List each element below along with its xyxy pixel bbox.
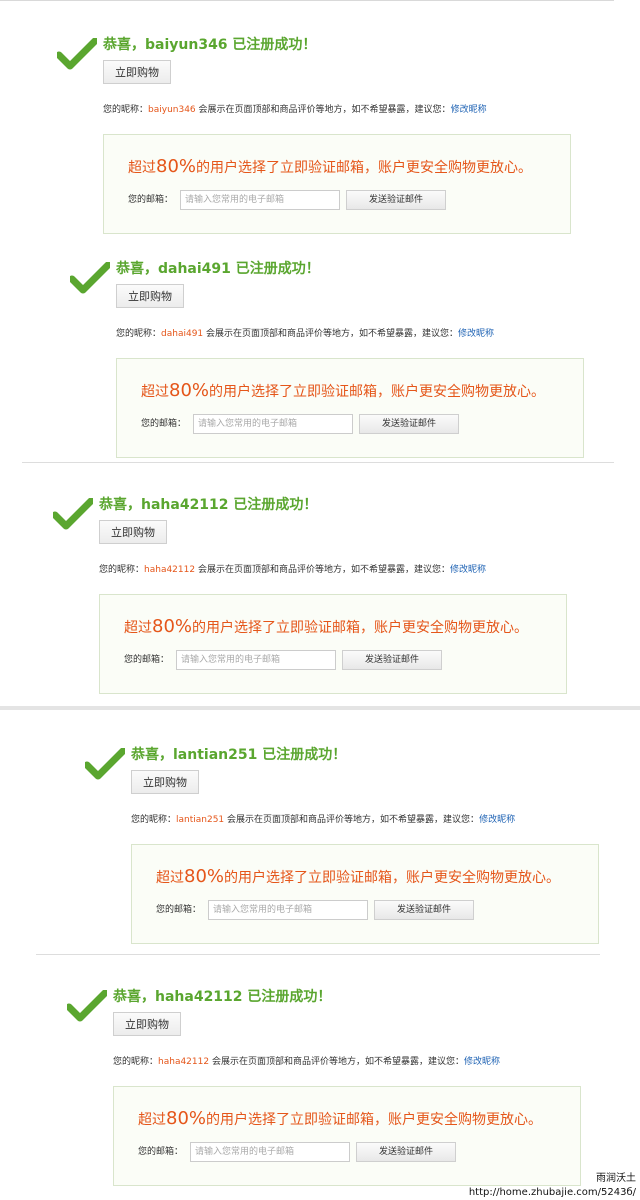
promo-suffix: 的用户选择了立即验证邮箱，账户更安全购物更放心。 — [192, 620, 529, 636]
nickname-prefix: 您的昵称： — [113, 1057, 159, 1067]
email-label: 您的邮箱： — [124, 655, 170, 665]
promo-percent: 80% — [152, 616, 193, 637]
nickname-notice: 您的昵称：haha42112 会展示在页面顶部和商品评价等地方，如不希望暴露，建… — [113, 1056, 500, 1068]
promo-prefix: 超过 — [156, 870, 184, 886]
nickname-prefix: 您的昵称： — [131, 815, 177, 825]
email-input[interactable] — [176, 650, 336, 670]
nickname-suffix: 会展示在页面顶部和商品评价等地方，如不希望暴露，建议您： — [198, 105, 451, 115]
green-check-icon — [67, 990, 107, 1022]
success-title: 恭喜，baiyun346 已注册成功！ — [103, 37, 317, 53]
nickname-prefix: 您的昵称： — [116, 329, 162, 339]
nickname-suffix: 会展示在页面顶部和商品评价等地方，如不希望暴露，建议您： — [211, 1057, 464, 1067]
nickname-value: dahai491 — [161, 329, 204, 339]
email-input[interactable] — [190, 1142, 350, 1162]
nickname-prefix: 您的昵称： — [99, 565, 145, 575]
success-title: 恭喜，haha42112 已注册成功！ — [99, 497, 318, 513]
nickname-prefix: 您的昵称： — [103, 105, 149, 115]
shop-now-button[interactable]: 立即购物 — [103, 60, 171, 84]
section-divider — [0, 706, 640, 710]
send-verification-button[interactable]: 发送验证邮件 — [346, 190, 446, 210]
success-title: 恭喜，dahai491 已注册成功！ — [116, 261, 320, 277]
email-label: 您的邮箱： — [138, 1147, 184, 1157]
shop-now-button[interactable]: 立即购物 — [99, 520, 167, 544]
green-check-icon — [70, 262, 110, 294]
top-divider — [0, 0, 614, 1]
nickname-notice: 您的昵称：dahai491 会展示在页面顶部和商品评价等地方，如不希望暴露，建议… — [116, 328, 494, 340]
email-label: 您的邮箱： — [128, 195, 174, 205]
promo-suffix: 的用户选择了立即验证邮箱，账户更安全购物更放心。 — [224, 870, 561, 886]
edit-nickname-link[interactable]: 修改昵称 — [479, 815, 515, 825]
watermark-url: http://home.zhubajie.com/5243б/ — [468, 1187, 636, 1198]
nickname-value: lantian251 — [176, 815, 225, 825]
edit-nickname-link[interactable]: 修改昵称 — [458, 329, 494, 339]
email-verify-box: 超过80%的用户选择了立即验证邮箱，账户更安全购物更放心。 您的邮箱： 发送验证… — [131, 844, 599, 944]
send-verification-button[interactable]: 发送验证邮件 — [374, 900, 474, 920]
email-label: 您的邮箱： — [141, 419, 187, 429]
nickname-value: haha42112 — [144, 565, 196, 575]
promo-prefix: 超过 — [138, 1112, 166, 1128]
success-title: 恭喜，haha42112 已注册成功！ — [113, 989, 332, 1005]
email-input[interactable] — [193, 414, 353, 434]
nickname-suffix: 会展示在页面顶部和商品评价等地方，如不希望暴露，建议您： — [206, 329, 459, 339]
promo-prefix: 超过 — [124, 620, 152, 636]
nickname-value: haha42112 — [158, 1057, 210, 1067]
promo-prefix: 超过 — [141, 384, 169, 400]
send-verification-button[interactable]: 发送验证邮件 — [342, 650, 442, 670]
promo-suffix: 的用户选择了立即验证邮箱，账户更安全购物更放心。 — [206, 1112, 543, 1128]
send-verification-button[interactable]: 发送验证邮件 — [359, 414, 459, 434]
verify-promo-text: 超过80%的用户选择了立即验证邮箱，账户更安全购物更放心。 — [128, 157, 532, 178]
nickname-suffix: 会展示在页面顶部和商品评价等地方，如不希望暴露，建议您： — [227, 815, 480, 825]
shop-now-button[interactable]: 立即购物 — [113, 1012, 181, 1036]
email-label: 您的邮箱： — [156, 905, 202, 915]
section-divider — [36, 954, 600, 955]
send-verification-button[interactable]: 发送验证邮件 — [356, 1142, 456, 1162]
nickname-notice: 您的昵称：haha42112 会展示在页面顶部和商品评价等地方，如不希望暴露，建… — [99, 564, 486, 576]
verify-promo-text: 超过80%的用户选择了立即验证邮箱，账户更安全购物更放心。 — [141, 381, 545, 402]
success-title: 恭喜，lantian251 已注册成功！ — [131, 747, 347, 763]
promo-suffix: 的用户选择了立即验证邮箱，账户更安全购物更放心。 — [196, 160, 533, 176]
promo-percent: 80% — [156, 156, 197, 177]
shop-now-button[interactable]: 立即购物 — [116, 284, 184, 308]
nickname-suffix: 会展示在页面顶部和商品评价等地方，如不希望暴露，建议您： — [197, 565, 450, 575]
email-verify-box: 超过80%的用户选择了立即验证邮箱，账户更安全购物更放心。 您的邮箱： 发送验证… — [116, 358, 584, 458]
green-check-icon — [53, 498, 93, 530]
verify-promo-text: 超过80%的用户选择了立即验证邮箱，账户更安全购物更放心。 — [156, 867, 560, 888]
nickname-notice: 您的昵称：baiyun346 会展示在页面顶部和商品评价等地方，如不希望暴露，建… — [103, 104, 487, 116]
edit-nickname-link[interactable]: 修改昵称 — [450, 565, 486, 575]
email-input[interactable] — [180, 190, 340, 210]
green-check-icon — [85, 748, 125, 780]
section-divider — [22, 462, 614, 463]
promo-percent: 80% — [169, 380, 210, 401]
edit-nickname-link[interactable]: 修改昵称 — [451, 105, 487, 115]
promo-suffix: 的用户选择了立即验证邮箱，账户更安全购物更放心。 — [209, 384, 546, 400]
green-check-icon — [57, 38, 97, 70]
nickname-value: baiyun346 — [148, 105, 196, 115]
promo-percent: 80% — [184, 866, 225, 887]
nickname-notice: 您的昵称：lantian251 会展示在页面顶部和商品评价等地方，如不希望暴露，… — [131, 814, 515, 826]
email-input[interactable] — [208, 900, 368, 920]
email-verify-box: 超过80%的用户选择了立即验证邮箱，账户更安全购物更放心。 您的邮箱： 发送验证… — [99, 594, 567, 694]
promo-percent: 80% — [166, 1108, 207, 1129]
watermark-name: 雨润沃土 — [596, 1173, 636, 1184]
email-verify-box: 超过80%的用户选择了立即验证邮箱，账户更安全购物更放心。 您的邮箱： 发送验证… — [113, 1086, 581, 1186]
email-verify-box: 超过80%的用户选择了立即验证邮箱，账户更安全购物更放心。 您的邮箱： 发送验证… — [103, 134, 571, 234]
verify-promo-text: 超过80%的用户选择了立即验证邮箱，账户更安全购物更放心。 — [124, 617, 528, 638]
promo-prefix: 超过 — [128, 160, 156, 176]
shop-now-button[interactable]: 立即购物 — [131, 770, 199, 794]
verify-promo-text: 超过80%的用户选择了立即验证邮箱，账户更安全购物更放心。 — [138, 1109, 542, 1130]
edit-nickname-link[interactable]: 修改昵称 — [464, 1057, 500, 1067]
